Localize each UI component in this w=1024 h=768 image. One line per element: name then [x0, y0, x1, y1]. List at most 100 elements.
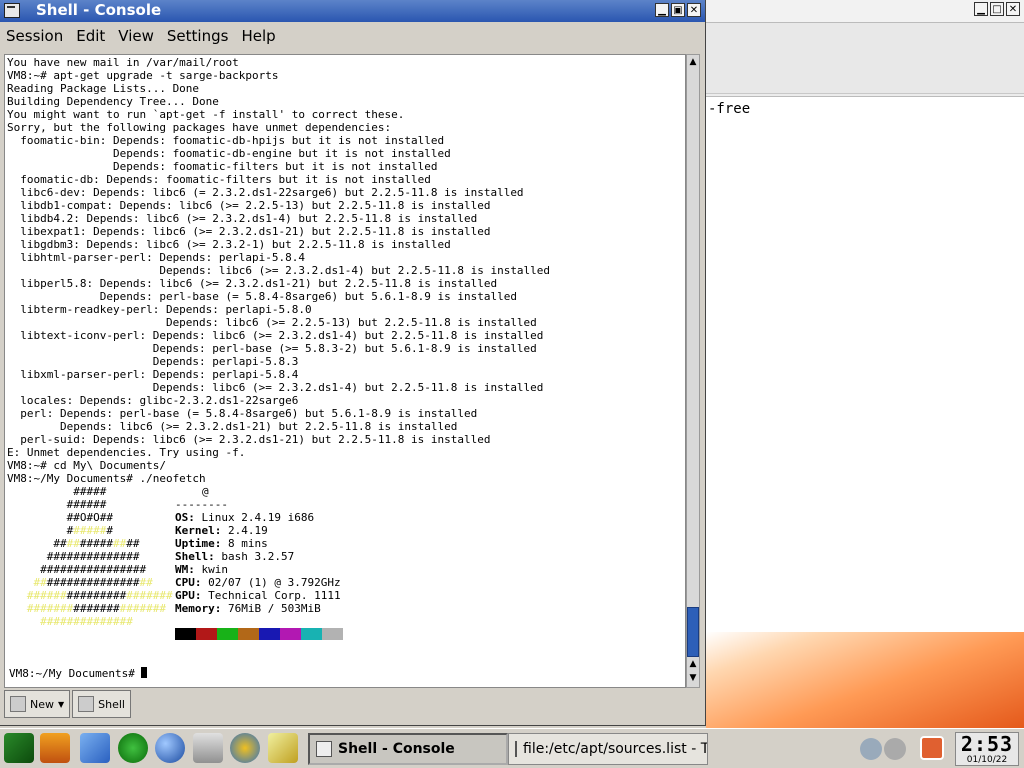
- palette-swatch: [175, 628, 196, 640]
- menu-settings[interactable]: Settings: [167, 27, 229, 45]
- terminal-line: perl-suid: Depends: libc6 (>= 2.3.2.ds1-…: [20, 433, 491, 446]
- terminal-line: VM8:~# cd My\ Documents/: [7, 459, 166, 472]
- terminal-line: Depends: foomatic-db-engine but it is no…: [112, 147, 451, 160]
- maximize-icon[interactable]: ▣: [671, 3, 685, 17]
- email-icon[interactable]: [193, 733, 223, 763]
- new-session-button[interactable]: New ▼: [4, 690, 71, 718]
- terminal-line: You have new mail in /var/mail/root: [7, 56, 239, 69]
- background-window-titlebar[interactable]: ▁ □ ✕: [706, 0, 1024, 23]
- tab-shell-label: Shell: [98, 697, 125, 711]
- neofetch-memory: Memory: 76MiB / 503MiB: [175, 602, 321, 615]
- minimize-icon[interactable]: ▁: [974, 2, 988, 16]
- lifebuoy-help-icon[interactable]: [40, 733, 70, 763]
- neofetch-output: ##### ###### ##O#O## ####### ###########…: [5, 485, 685, 645]
- command-prompt[interactable]: VM8:~/My Documents#: [7, 666, 148, 680]
- menu-edit[interactable]: Edit: [76, 27, 105, 45]
- kde-menu-icon[interactable]: [4, 733, 34, 763]
- scroll-down-icon[interactable]: ▼: [687, 671, 699, 685]
- task-shell-console-label: Shell - Console: [338, 741, 455, 757]
- terminal-line: libterm-readkey-perl: Depends: perlapi-5…: [20, 303, 312, 316]
- terminal-line: Building Dependency Tree... Done: [7, 95, 219, 108]
- terminal-line: Reading Package Lists... Done: [7, 82, 200, 95]
- terminal-line: libxml-parser-perl: Depends: perlapi-5.8…: [20, 368, 299, 381]
- neofetch-kernel: Kernel: 2.4.19: [175, 524, 268, 537]
- text-cursor: [141, 667, 148, 678]
- scrollbar-thumb[interactable]: [687, 607, 699, 657]
- terminal-line: libc6-dev: Depends: libc6 (= 2.3.2.ds1-2…: [20, 186, 524, 199]
- close-icon[interactable]: ✕: [1006, 2, 1020, 16]
- text-editor-icon[interactable]: [268, 733, 298, 763]
- close-icon[interactable]: ✕: [687, 3, 701, 17]
- terminal-line: Depends: libc6 (>= 2.3.2.ds1-4) but 2.2.…: [152, 381, 544, 394]
- terminal-line: libperl5.8: Depends: libc6 (>= 2.3.2.ds1…: [20, 277, 498, 290]
- klipper-icon[interactable]: [884, 738, 906, 760]
- terminal-line: libdb1-compat: Depends: libc6 (>= 2.2.5-…: [20, 199, 491, 212]
- neofetch-info: @ -------- OS: Linux 2.4.19 i686 Kernel:…: [175, 485, 341, 615]
- runner-icon[interactable]: [118, 733, 148, 763]
- scroll-page-icon[interactable]: ▲: [687, 657, 699, 671]
- terminal-line: foomatic-bin: Depends: foomatic-db-hpijs…: [20, 134, 445, 147]
- terminal-line: foomatic-db: Depends: foomatic-filters b…: [20, 173, 431, 186]
- terminal-line: Depends: perl-base (>= 5.8.3-2) but 5.6.…: [152, 342, 537, 355]
- neofetch-uptime: Uptime: 8 mins: [175, 537, 268, 550]
- browser-globe-icon[interactable]: [155, 733, 185, 763]
- task-sources-list[interactable]: file:/etc/apt/sources.list - T: [508, 733, 708, 765]
- scroll-up-icon[interactable]: ▲: [687, 55, 699, 69]
- task-sources-list-label: file:/etc/apt/sources.list - T: [523, 741, 708, 757]
- krunner-icon[interactable]: [230, 733, 260, 763]
- background-text-area[interactable]: -free: [706, 96, 1024, 632]
- volume-icon[interactable]: [860, 738, 882, 760]
- neofetch-ascii-logo: ##### ###### ##O#O## ####### ###########…: [26, 485, 173, 628]
- menu-view[interactable]: View: [118, 27, 154, 45]
- terminal-line: Depends: perlapi-5.8.3: [152, 355, 299, 368]
- maximize-icon[interactable]: □: [990, 2, 1004, 16]
- power-icon[interactable]: [920, 736, 944, 760]
- clock-date: 01/10/22: [966, 755, 1008, 765]
- terminal-line: E: Unmet dependencies. Try using -f.: [7, 446, 246, 459]
- neofetch-os: OS: Linux 2.4.19 i686: [175, 511, 315, 524]
- terminal-line: libgdbm3: Depends: libc6 (>= 2.3.2-1) bu…: [20, 238, 451, 251]
- desktop-wallpaper: [706, 632, 1024, 730]
- tab-shell[interactable]: Shell: [72, 690, 131, 718]
- terminal-line: You might want to run `apt-get -f instal…: [7, 108, 405, 121]
- clock[interactable]: 2:53 01/10/22: [955, 732, 1019, 766]
- terminal-output[interactable]: You have new mail in /var/mail/root VM8:…: [4, 54, 686, 688]
- terminal-line: Depends: perl-base (= 5.8.4-8sarge6) but…: [99, 290, 517, 303]
- palette-swatch: [238, 628, 259, 640]
- window-menu-icon[interactable]: [4, 3, 20, 18]
- terminal-line: locales: Depends: glibc-2.3.2.ds1-22sarg…: [20, 394, 299, 407]
- palette-swatch: [259, 628, 280, 640]
- window-title: Shell - Console: [36, 1, 162, 19]
- background-editor-window[interactable]: ▁ □ ✕ -free: [706, 0, 1024, 730]
- task-shell-console[interactable]: Shell - Console: [308, 733, 508, 765]
- chevron-down-icon[interactable]: ▼: [58, 700, 64, 709]
- neofetch-color-palette: [175, 628, 343, 640]
- terminal-line: Depends: foomatic-filters but it is not …: [112, 160, 438, 173]
- new-session-label: New: [30, 697, 54, 711]
- editor-task-icon: [515, 741, 517, 757]
- shell-tab-icon: [78, 696, 95, 712]
- palette-swatch: [322, 628, 343, 640]
- minimize-icon[interactable]: ▁: [655, 3, 669, 17]
- clock-time: 2:53: [960, 732, 1014, 756]
- terminal-line: libdb4.2: Depends: libc6 (>= 2.3.2.ds1-4…: [20, 212, 478, 225]
- terminal-line: Depends: libc6 (>= 2.3.2.ds1-4) but 2.2.…: [159, 264, 551, 277]
- palette-swatch: [280, 628, 301, 640]
- session-tabs: New ▼ Shell: [4, 690, 131, 718]
- home-folder-icon[interactable]: [80, 733, 110, 763]
- menu-help[interactable]: Help: [241, 27, 275, 45]
- neofetch-at: @: [202, 485, 209, 498]
- terminal-scrollbar[interactable]: ▲ ▲ ▼: [686, 54, 700, 688]
- neofetch-separator: --------: [175, 498, 228, 511]
- menu-session[interactable]: Session: [6, 27, 63, 45]
- prompt-text: VM8:~/My Documents#: [9, 667, 142, 680]
- background-visible-text: -free: [708, 101, 751, 117]
- terminal-line: Sorry, but the following packages have u…: [7, 121, 392, 134]
- console-window[interactable]: Shell - Console ▁ ▣ ✕ Session Edit View …: [0, 0, 706, 726]
- terminal-line: VM8:~# apt-get upgrade -t sarge-backport…: [7, 69, 279, 82]
- terminal-line: libexpat1: Depends: libc6 (>= 2.3.2.ds1-…: [20, 225, 491, 238]
- new-session-icon: [10, 696, 26, 712]
- menu-bar: Session Edit View Settings Help: [0, 24, 705, 48]
- console-titlebar[interactable]: Shell - Console ▁ ▣ ✕: [0, 0, 705, 22]
- neofetch-gpu: GPU: Technical Corp. 1111: [175, 589, 341, 602]
